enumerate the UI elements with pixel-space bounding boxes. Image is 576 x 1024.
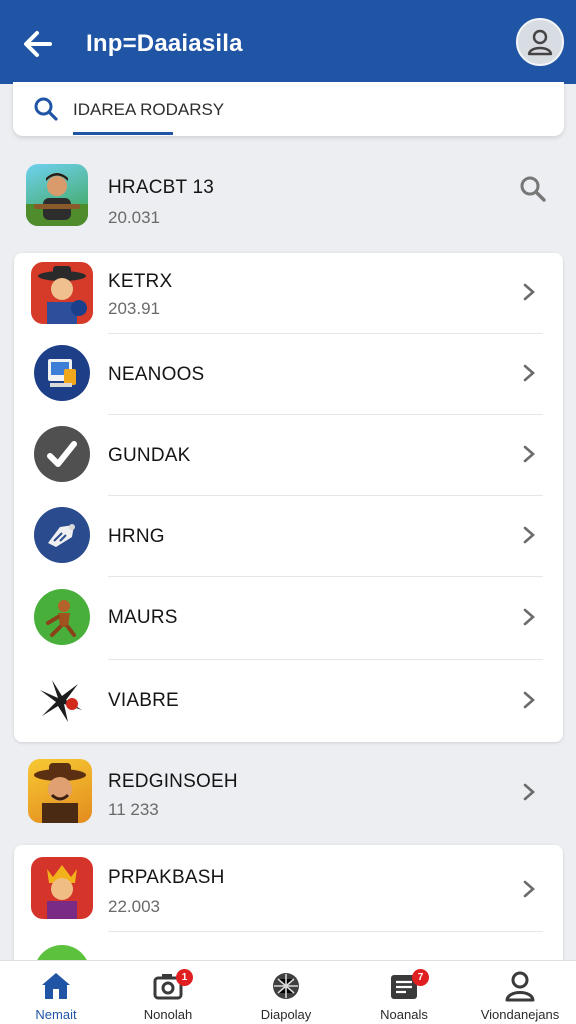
notification-badge: 7 — [412, 969, 429, 986]
list-item[interactable]: VIABRE — [14, 660, 563, 742]
chevron-right-icon — [523, 526, 535, 544]
search-bar[interactable]: IDAREA RODARSY — [13, 82, 564, 136]
list-item[interactable]: KETRX 203.91 — [14, 253, 563, 333]
item-title: PRPAKBASH — [108, 867, 225, 888]
item-title: HRNG — [108, 526, 165, 547]
app-icon — [26, 164, 88, 226]
item-title: VIABRE — [108, 690, 179, 711]
app-icon — [31, 262, 93, 324]
user-icon — [527, 29, 553, 56]
item-title: REDGINSOEH — [108, 771, 238, 792]
item-title: NEANOOS — [108, 364, 205, 385]
list-item[interactable]: HRACBT 13 20.031 — [0, 150, 576, 244]
app-icon — [32, 672, 90, 730]
search-icon[interactable] — [518, 174, 548, 204]
app-icon — [28, 759, 92, 823]
chevron-right-icon — [523, 283, 535, 301]
list-item[interactable]: GUNDAK — [14, 415, 563, 495]
app-icon — [31, 857, 93, 919]
nav-label: Noanals — [380, 1007, 428, 1022]
item-title: MAURS — [108, 607, 178, 628]
list-item[interactable]: NEANOOS — [14, 334, 563, 414]
item-subtitle: 22.003 — [108, 897, 160, 916]
nav-label: Viondanejans — [480, 1007, 560, 1022]
list-item[interactable]: PRPAKBASH 22.003 — [14, 845, 563, 931]
apps-card: KETRX 203.91 NEANOOS GUNDAK HRNG MAURS V… — [14, 253, 563, 742]
list-item[interactable]: HRNG — [14, 496, 563, 576]
app-header: Inp=Daaiasila — [0, 0, 576, 84]
chevron-right-icon — [523, 691, 535, 709]
app-icon — [34, 589, 90, 645]
app-icon — [34, 345, 90, 401]
item-subtitle: 20.031 — [108, 208, 160, 227]
nav-label: Diapolay — [260, 1007, 312, 1022]
chevron-right-icon — [523, 445, 535, 463]
chevron-right-icon — [523, 364, 535, 382]
compass-icon — [273, 973, 299, 999]
page-title: Inp=Daaiasila — [86, 30, 243, 57]
app-icon — [34, 507, 90, 563]
chevron-right-icon — [523, 783, 535, 801]
nav-item-discover[interactable]: Diapolay — [230, 961, 342, 1024]
chevron-right-icon — [523, 608, 535, 626]
list-item[interactable]: MAURS — [14, 577, 563, 659]
divider — [108, 931, 543, 932]
profile-button[interactable] — [516, 18, 564, 66]
list-item[interactable]: REDGINSOEH 11 233 — [0, 752, 576, 834]
search-input[interactable]: IDAREA RODARSY — [73, 100, 224, 120]
app-icon — [34, 426, 90, 482]
item-title: GUNDAK — [108, 445, 191, 466]
user-icon — [505, 971, 535, 1002]
nav-label: Nonolah — [143, 1007, 193, 1022]
arrow-left-icon[interactable] — [18, 24, 58, 64]
home-icon — [42, 973, 70, 999]
nav-item-home[interactable]: Nemait — [0, 961, 112, 1024]
nav-item-camera[interactable]: 1 Nonolah — [112, 961, 224, 1024]
search-icon — [34, 97, 58, 121]
nav-item-profile[interactable]: Viondanejans — [464, 961, 576, 1024]
item-subtitle: 11 233 — [108, 800, 159, 819]
nav-item-inbox[interactable]: 7 Noanals — [348, 961, 460, 1024]
search-focus-underline — [73, 132, 173, 135]
nav-label: Nemait — [35, 1007, 77, 1022]
notification-badge: 1 — [176, 969, 193, 986]
item-title: KETRX — [108, 271, 173, 292]
item-subtitle: 203.91 — [108, 299, 160, 318]
bottom-navigation: Nemait 1 Nonolah Diapolay 7 Noanals Vion… — [0, 960, 576, 1024]
item-title: HRACBT 13 — [108, 177, 214, 198]
chevron-right-icon — [523, 880, 535, 898]
